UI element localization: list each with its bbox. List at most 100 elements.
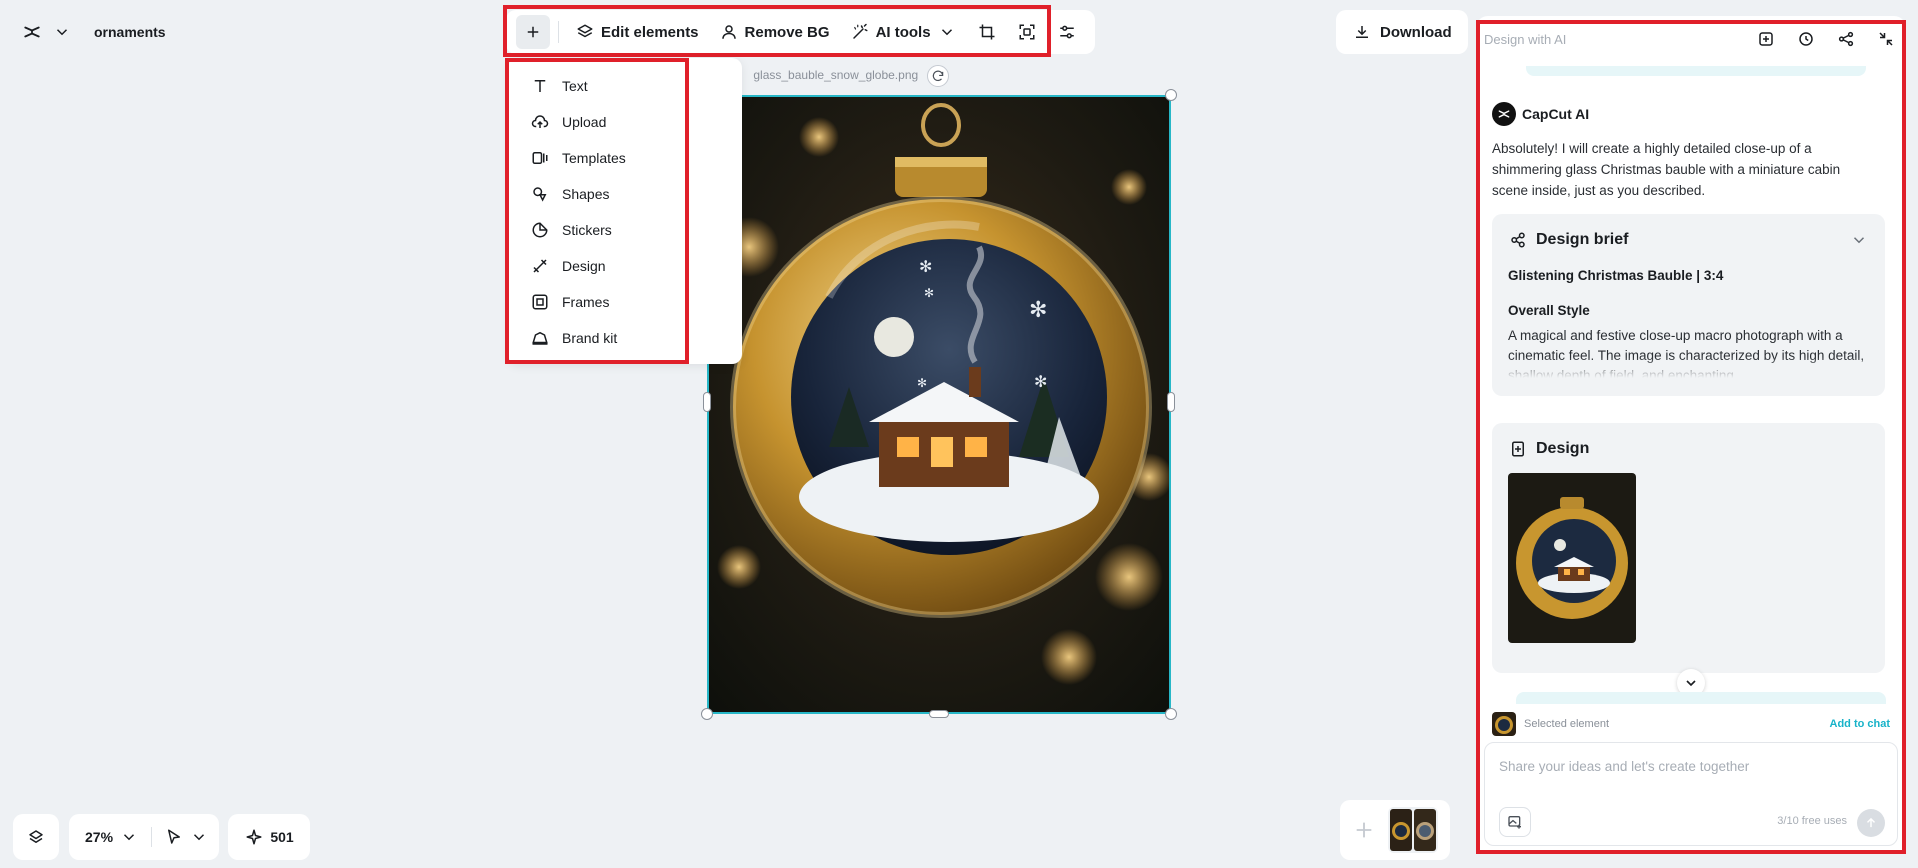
design-brief-subtitle: Glistening Christmas Bauble | 3:4 — [1508, 268, 1724, 283]
shapes-icon — [530, 184, 550, 204]
resize-handle-right[interactable] — [1167, 392, 1175, 412]
resize-handle-bottom-left[interactable] — [701, 708, 713, 720]
user-message-edge — [1516, 692, 1886, 704]
design-result-card: Design — [1492, 423, 1885, 673]
toolbar-divider — [558, 21, 559, 43]
canvas-filename: 2 - glass_bauble_snow_globe.png — [728, 68, 918, 82]
image-add-icon — [1507, 814, 1523, 830]
panel-header: Design with AI — [1484, 24, 1896, 54]
pointer-icon[interactable] — [164, 827, 184, 847]
remove-bg-button[interactable]: Remove BG — [711, 16, 838, 48]
svg-text:✻: ✻ — [1029, 297, 1047, 322]
download-label: Download — [1380, 23, 1452, 41]
zoom-controls: 27% — [69, 814, 219, 860]
selected-element-label: Selected element — [1524, 718, 1609, 730]
crop-icon — [977, 22, 997, 42]
menu-item-label: Shapes — [562, 186, 610, 202]
overall-style-text: A magical and festive close-up macro pho… — [1508, 328, 1865, 378]
menu-item-label: Design — [562, 258, 606, 274]
layers-icon — [26, 827, 46, 847]
scan-icon — [1017, 22, 1037, 42]
svg-text:✻: ✻ — [917, 376, 927, 390]
new-chat-icon[interactable] — [1756, 29, 1776, 49]
crop-button[interactable] — [969, 16, 1005, 48]
share-icon[interactable] — [1836, 29, 1856, 49]
resize-handle-bottom-right[interactable] — [1165, 708, 1177, 720]
design-file-icon — [1508, 439, 1528, 459]
credits-count: 501 — [270, 829, 294, 845]
design-brief-title: Design brief — [1536, 231, 1629, 248]
menu-item-templates[interactable]: Templates — [514, 140, 736, 176]
collapse-icon[interactable] — [1876, 29, 1896, 49]
menu-item-label: Text — [562, 78, 588, 94]
menu-item-label: Upload — [562, 114, 607, 130]
resize-handle-left[interactable] — [703, 392, 711, 412]
panel-title: Design with AI — [1484, 31, 1567, 47]
frames-icon — [530, 292, 550, 312]
design-brief-card[interactable]: Design brief Glistening Christmas Bauble… — [1492, 214, 1885, 396]
previous-message-edge — [1526, 66, 1866, 76]
text-icon — [530, 76, 550, 96]
menu-item-frames[interactable]: Frames — [514, 284, 736, 320]
rotate-icon — [931, 69, 945, 83]
ai-message: Absolutely! I will create a highly detai… — [1492, 141, 1841, 198]
download-button[interactable]: Download — [1336, 10, 1468, 54]
menu-item-upload[interactable]: Upload — [514, 104, 736, 140]
project-name[interactable]: ornaments — [94, 24, 166, 40]
menu-item-text[interactable]: Text — [514, 68, 736, 104]
resize-handle-top-right[interactable] — [1165, 89, 1177, 101]
adjust-button[interactable] — [1049, 16, 1085, 48]
canvas-image[interactable]: ✻ ✻ ✻ ✻ ✻ — [707, 95, 1171, 714]
add-element-button[interactable] — [516, 15, 550, 49]
person-icon — [719, 22, 739, 42]
overall-style-heading: Overall Style — [1508, 303, 1590, 318]
add-page-button[interactable] — [1348, 808, 1380, 852]
history-icon[interactable] — [1796, 29, 1816, 49]
credits-button[interactable]: 501 — [228, 814, 310, 860]
menu-item-shapes[interactable]: Shapes — [514, 176, 736, 212]
menu-item-label: Templates — [562, 150, 626, 166]
edit-elements-button[interactable]: Edit elements — [567, 16, 707, 48]
zoom-level[interactable]: 27% — [85, 829, 113, 845]
plus-icon — [523, 22, 543, 42]
rotate-handle[interactable] — [927, 65, 949, 87]
ai-name: CapCut AI — [1522, 106, 1590, 122]
design-brief-header: Design brief — [1508, 230, 1869, 250]
chevron-down-icon[interactable] — [119, 827, 139, 847]
svg-text:✻: ✻ — [924, 286, 934, 300]
sparkle-icon — [244, 827, 264, 847]
free-uses-counter: 3/10 free uses — [1777, 815, 1847, 827]
ai-tools-label: AI tools — [875, 23, 931, 41]
plus-icon — [1353, 819, 1375, 841]
upload-icon — [530, 112, 550, 132]
design-result-title: Design — [1536, 440, 1590, 457]
menu-item-design[interactable]: Design — [514, 248, 736, 284]
sliders-icon — [1057, 22, 1077, 42]
chevron-down-icon[interactable] — [189, 827, 209, 847]
menu-item-stickers[interactable]: Stickers — [514, 212, 736, 248]
chevron-down-icon[interactable] — [1849, 230, 1869, 250]
design-result-header: Design — [1508, 439, 1869, 459]
magic-wand-icon — [850, 22, 870, 42]
attach-image-button[interactable] — [1499, 807, 1531, 837]
send-button[interactable] — [1857, 809, 1885, 837]
layers-icon — [575, 22, 595, 42]
remove-bg-label: Remove BG — [744, 23, 830, 41]
capcut-logo-icon[interactable] — [22, 22, 42, 42]
resize-handle-bottom[interactable] — [929, 710, 949, 718]
top-toolbar: Edit elements Remove BG AI tools — [506, 10, 1095, 54]
ai-tools-button[interactable]: AI tools — [842, 16, 965, 48]
add-to-chat-button[interactable]: Add to chat — [1830, 718, 1891, 730]
zoom-divider — [150, 827, 152, 847]
design-thumbnail[interactable] — [1508, 473, 1636, 643]
chevron-down-icon[interactable] — [52, 22, 72, 42]
chat-input-box[interactable]: Share your ideas and let's create togeth… — [1484, 742, 1898, 846]
pages-strip — [1340, 800, 1450, 860]
page-thumbnail[interactable] — [1388, 807, 1438, 853]
menu-item-brand-kit[interactable]: Brand kit — [514, 320, 736, 356]
layers-button[interactable] — [13, 814, 59, 860]
selected-element-row: Selected element Add to chat — [1492, 710, 1890, 738]
svg-text:✻: ✻ — [919, 259, 932, 276]
scan-button[interactable] — [1009, 16, 1045, 48]
capcut-ai-avatar — [1492, 102, 1516, 126]
